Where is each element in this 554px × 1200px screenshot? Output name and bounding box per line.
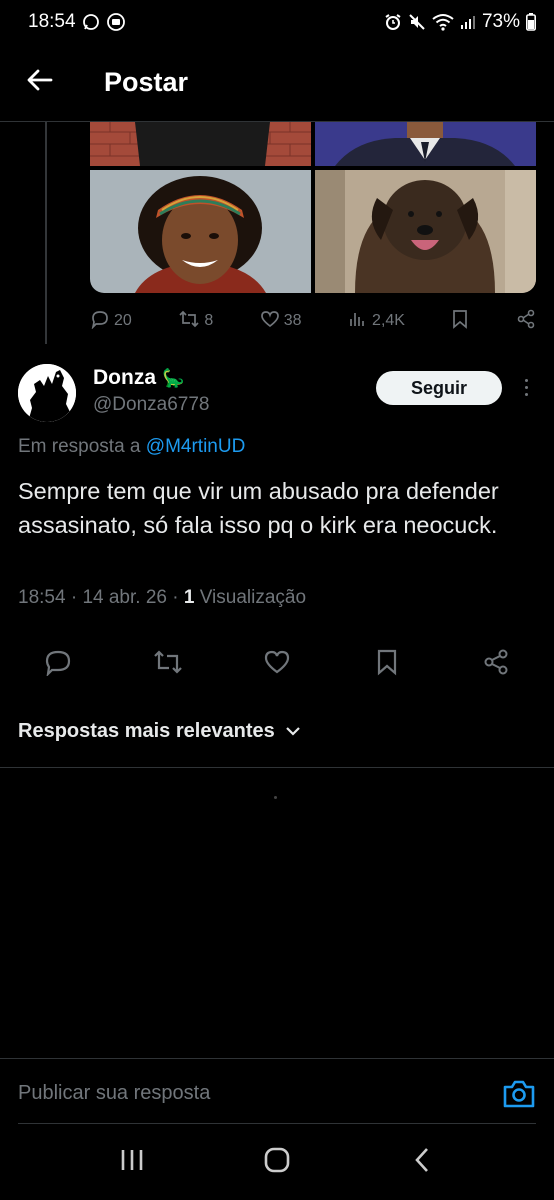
page-title: Postar (104, 67, 189, 97)
arrow-left-icon (27, 69, 53, 96)
parent-repost-button[interactable]: 8 (178, 309, 213, 334)
system-back-button[interactable] (392, 1132, 452, 1192)
status-bar: 18:54 73% (0, 0, 554, 44)
sort-replies-dropdown[interactable]: Respostas mais relevantes (18, 720, 301, 743)
share-icon (482, 648, 510, 681)
parent-tweet[interactable]: 20 8 38 2,4K (0, 122, 554, 344)
reply-prefix: Em resposta a (18, 436, 141, 457)
top-bar: Postar (0, 44, 554, 122)
parent-like-button[interactable]: 38 (260, 309, 302, 334)
bookmark-button[interactable] (367, 644, 407, 684)
camera-notification-icon (106, 12, 126, 32)
wifi-icon (432, 13, 454, 31)
tweet-action-bar (0, 644, 554, 688)
share-button[interactable] (476, 644, 516, 684)
system-navigation-bar (0, 1124, 554, 1200)
parent-share-button[interactable] (516, 309, 536, 334)
author-name-row[interactable]: Donza 🦕 (93, 366, 184, 390)
home-button[interactable] (247, 1132, 307, 1192)
parent-views-button[interactable]: 2,4K (348, 309, 405, 334)
home-icon (264, 1147, 290, 1178)
chevron-left-icon (413, 1147, 431, 1178)
tweet-time: 18:54 (18, 587, 66, 608)
reply-icon (44, 648, 72, 681)
sort-label: Respostas mais relevantes (18, 720, 275, 742)
recent-apps-icon (119, 1148, 145, 1177)
signal-icon (460, 14, 476, 30)
author-name: Donza (93, 366, 156, 389)
like-button[interactable] (257, 644, 297, 684)
parent-views-count: 2,4K (372, 312, 405, 329)
tweet-views-label[interactable]: Visualização (200, 587, 306, 608)
media-grid (90, 122, 536, 293)
views-icon (348, 309, 368, 334)
media-image-2[interactable] (315, 122, 536, 166)
dinosaur-emoji: 🦕 (162, 367, 185, 389)
share-icon (516, 309, 536, 334)
parent-repost-count: 8 (204, 312, 214, 329)
media-image-4[interactable] (315, 170, 536, 293)
follow-button[interactable]: Seguir (376, 371, 502, 405)
bookmark-icon (375, 648, 399, 681)
reply-context: Em resposta a @M4rtinUD (18, 436, 245, 458)
thread-line (45, 122, 47, 344)
reply-input[interactable] (18, 1077, 478, 1109)
tweet-text: Sempre tem que vir um abusado pra defend… (18, 478, 499, 538)
alarm-icon (384, 13, 402, 31)
recent-apps-button[interactable] (102, 1132, 162, 1192)
loading-indicator (274, 796, 277, 799)
parent-bookmark-button[interactable] (451, 309, 469, 334)
back-button[interactable] (0, 44, 80, 122)
reply-composer (0, 1058, 554, 1124)
mute-icon (408, 13, 426, 31)
repost-icon (152, 648, 184, 681)
camera-button[interactable] (502, 1079, 536, 1109)
reply-icon (90, 309, 110, 334)
divider (0, 767, 554, 768)
bookmark-icon (451, 309, 469, 334)
parent-like-count: 38 (283, 312, 302, 329)
tweet-views-count: 1 (183, 587, 195, 608)
author-handle[interactable]: @Donza6778 (93, 394, 209, 416)
battery-percent: 73% (481, 11, 520, 32)
heart-icon (263, 648, 291, 681)
media-image-1[interactable] (90, 122, 311, 166)
reply-handle-link[interactable]: @M4rtinUD (146, 436, 246, 457)
author-row: Donza 🦕 @Donza6778 Seguir (18, 364, 536, 424)
parent-action-bar: 20 8 38 2,4K (90, 308, 536, 334)
parent-reply-button[interactable]: 20 (90, 309, 132, 334)
reply-button[interactable] (38, 644, 78, 684)
tweet-date: 14 abr. 26 (82, 587, 167, 608)
battery-icon (526, 13, 536, 31)
messenger-icon (82, 13, 100, 31)
chevron-down-icon (285, 720, 301, 743)
repost-icon (178, 309, 200, 334)
tweet-meta: 18:54 · 14 abr. 26 · 1 Visualização (18, 587, 307, 608)
parent-reply-count: 20 (114, 312, 132, 329)
avatar[interactable] (18, 364, 76, 422)
status-time: 18:54 (28, 11, 76, 32)
media-image-3[interactable] (90, 170, 311, 293)
heart-icon (260, 309, 280, 334)
camera-icon (502, 1080, 536, 1113)
more-options-icon[interactable] (518, 372, 534, 402)
repost-button[interactable] (148, 644, 188, 684)
